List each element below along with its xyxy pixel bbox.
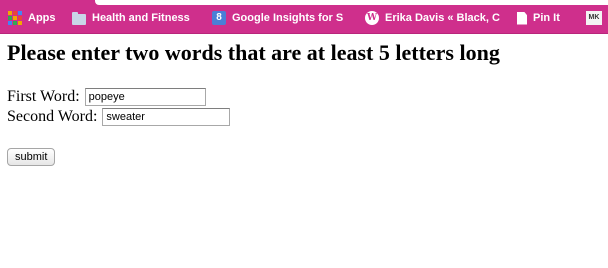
first-word-input[interactable] bbox=[84, 88, 206, 106]
bookmark-label: Health and Fitness bbox=[92, 12, 190, 24]
apps-grid-icon bbox=[8, 11, 22, 25]
second-word-label: Second Word: bbox=[7, 108, 98, 125]
google-insights-icon: 8 bbox=[212, 11, 226, 25]
second-word-input[interactable] bbox=[102, 108, 231, 126]
bookmark-health-and-fitness[interactable]: Health and Fitness bbox=[72, 10, 190, 26]
mk-icon: MK bbox=[586, 11, 602, 25]
bookmark-google-insights[interactable]: 8 Google Insights for S bbox=[212, 10, 352, 26]
folder-icon bbox=[72, 11, 86, 25]
first-word-row: First Word: bbox=[7, 87, 500, 107]
second-word-row: Second Word: bbox=[7, 107, 500, 127]
wordpress-icon: W bbox=[365, 11, 379, 25]
bookmark-label: Google Insights for S bbox=[232, 12, 344, 24]
bookmark-label: Apps bbox=[28, 12, 56, 24]
bookmark-erika-davis[interactable]: W Erika Davis « Black, C bbox=[365, 10, 503, 26]
page-content: Please enter two words that are at least… bbox=[7, 40, 500, 166]
page-icon bbox=[517, 11, 527, 25]
bookmark-pin-it[interactable]: Pin It bbox=[517, 10, 560, 26]
page-heading: Please enter two words that are at least… bbox=[7, 40, 500, 65]
bookmark-mk[interactable]: MK h bbox=[586, 10, 608, 26]
bookmark-label: Erika Davis « Black, C bbox=[385, 12, 500, 24]
bookmark-apps[interactable]: Apps bbox=[8, 10, 56, 26]
first-word-label: First Word: bbox=[7, 88, 80, 105]
submit-button[interactable]: submit bbox=[7, 148, 56, 166]
bookmark-label: Pin It bbox=[533, 12, 560, 24]
tab-strip-edge bbox=[95, 0, 608, 5]
bookmarks-bar: Apps Health and Fitness 8 Google Insight… bbox=[0, 0, 608, 34]
